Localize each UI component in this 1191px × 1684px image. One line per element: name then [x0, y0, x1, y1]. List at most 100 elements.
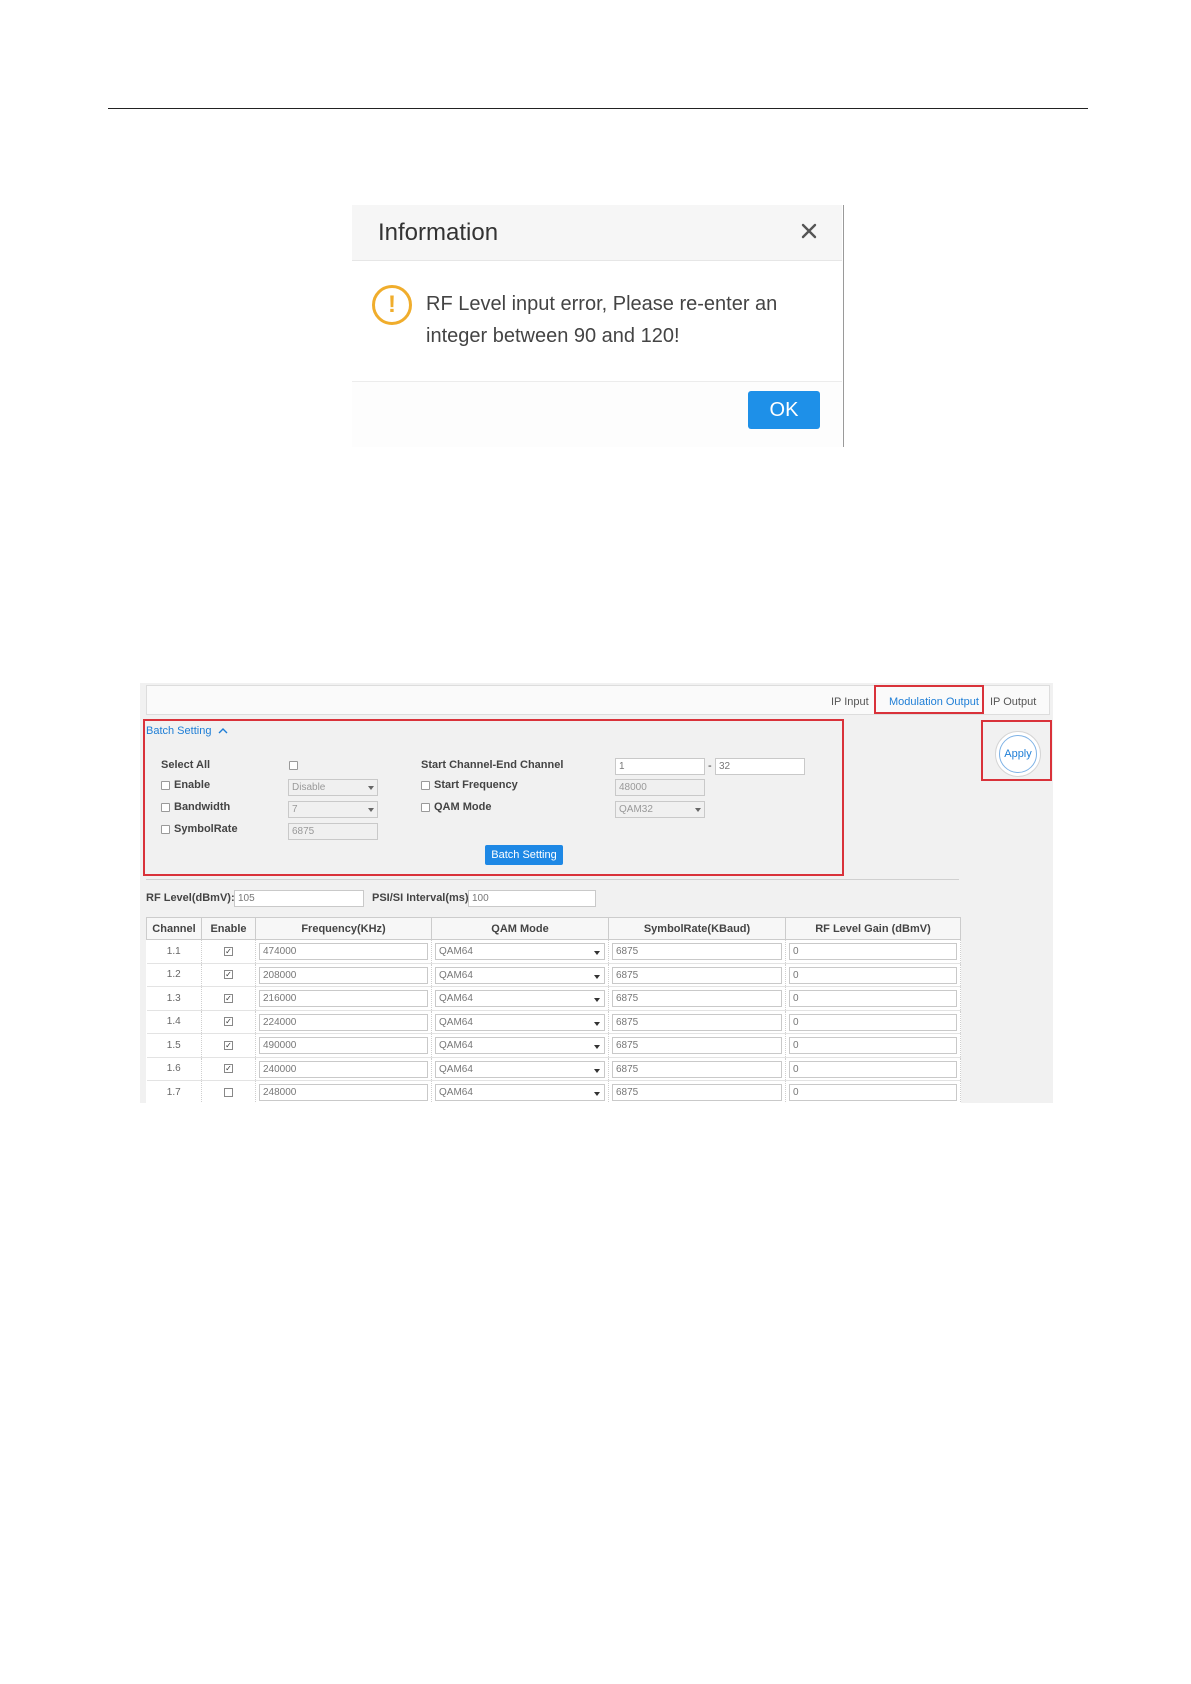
qam-cell: QAM64 [431, 1057, 609, 1081]
symbolrate-cell: 6875 [608, 986, 786, 1011]
gain-cell: 0 [785, 1057, 961, 1081]
frequency-cell: 208000 [255, 963, 432, 987]
col-header-enable: Enable [201, 917, 256, 940]
frequency-cell: 474000 [255, 939, 432, 964]
frequency-input[interactable]: 240000 [259, 1060, 428, 1078]
rf-level-gain-input[interactable]: 0 [789, 966, 957, 984]
qam-mode-row-select[interactable]: QAM64 [435, 1037, 605, 1054]
chevron-down-icon [594, 1045, 600, 1049]
gain-cell: 0 [785, 1080, 961, 1103]
chevron-down-icon [594, 998, 600, 1002]
qam-mode-row-value: QAM64 [439, 1063, 473, 1075]
qam-cell: QAM64 [431, 1080, 609, 1103]
chevron-down-icon [594, 951, 600, 955]
enable-cell: ✓ [201, 986, 256, 1011]
qam-mode-row-value: QAM64 [439, 1016, 473, 1028]
page-header-rule [108, 108, 1088, 109]
table-row: 1.6 ✓ 240000 QAM64 6875 0 [146, 1057, 961, 1081]
col-header-channel: Channel [146, 917, 202, 940]
qam-mode-row-select[interactable]: QAM64 [435, 990, 605, 1007]
rf-level-gain-input[interactable]: 0 [789, 943, 957, 960]
symbolrate-row-input[interactable]: 6875 [612, 1037, 782, 1054]
qam-mode-row-select[interactable]: QAM64 [435, 1084, 605, 1101]
gain-cell: 0 [785, 939, 961, 964]
chevron-down-icon [594, 1092, 600, 1096]
rf-level-gain-input[interactable]: 0 [789, 1013, 957, 1031]
qam-mode-row-select[interactable]: QAM64 [435, 1060, 605, 1078]
symbolrate-cell: 6875 [608, 1080, 786, 1103]
frequency-input[interactable]: 208000 [259, 966, 428, 984]
table-row: 1.1 ✓ 474000 QAM64 6875 0 [146, 939, 961, 964]
qam-mode-row-value: QAM64 [439, 1040, 473, 1051]
rf-level-gain-input[interactable]: 0 [789, 1060, 957, 1078]
enable-row-checkbox[interactable] [224, 1087, 233, 1097]
qam-mode-row-value: QAM64 [439, 1087, 473, 1098]
modulation-output-panel: IP Input Modulation Output IP Output Bat… [140, 683, 1053, 1103]
symbolrate-row-input[interactable]: 6875 [612, 1013, 782, 1031]
table-row: 1.4 ✓ 224000 QAM64 6875 0 [146, 1010, 961, 1034]
symbolrate-cell: 6875 [608, 1033, 786, 1058]
tab-ip-input[interactable]: IP Input [831, 691, 869, 713]
gain-cell: 0 [785, 986, 961, 1011]
dialog-header: Information [352, 205, 842, 261]
qam-cell: QAM64 [431, 986, 609, 1011]
tab-ip-output[interactable]: IP Output [990, 691, 1036, 713]
frequency-cell: 240000 [255, 1057, 432, 1081]
symbolrate-row-input[interactable]: 6875 [612, 990, 782, 1007]
gain-cell: 0 [785, 963, 961, 987]
qam-mode-row-value: QAM64 [439, 946, 473, 957]
ok-button[interactable]: OK [748, 391, 820, 429]
rf-level-gain-input[interactable]: 0 [789, 1037, 957, 1054]
symbolrate-row-input[interactable]: 6875 [612, 1084, 782, 1101]
close-icon[interactable] [795, 217, 823, 245]
channel-table: Channel Enable Frequency(KHz) QAM Mode S… [146, 917, 961, 1103]
frequency-cell: 224000 [255, 1010, 432, 1034]
qam-mode-row-select[interactable]: QAM64 [435, 966, 605, 984]
rf-level-gain-input[interactable]: 0 [789, 990, 957, 1007]
frequency-input[interactable]: 474000 [259, 943, 428, 960]
enable-row-checkbox[interactable]: ✓ [224, 1064, 233, 1074]
qam-mode-row-value: QAM64 [439, 969, 473, 981]
qam-cell: QAM64 [431, 1033, 609, 1058]
dialog-title: Information [378, 219, 499, 246]
symbolrate-cell: 6875 [608, 1057, 786, 1081]
frequency-input[interactable]: 224000 [259, 1013, 428, 1031]
enable-cell: ✓ [201, 1057, 256, 1081]
enable-row-checkbox[interactable]: ✓ [224, 946, 233, 956]
gain-cell: 0 [785, 1010, 961, 1034]
enable-row-checkbox[interactable]: ✓ [224, 1040, 233, 1050]
enable-row-checkbox[interactable]: ✓ [224, 1017, 233, 1027]
rf-level-gain-input[interactable]: 0 [789, 1084, 957, 1101]
frequency-input[interactable]: 490000 [259, 1037, 428, 1054]
rf-level-input[interactable]: 105 [234, 890, 364, 907]
enable-row-checkbox[interactable]: ✓ [224, 970, 233, 980]
symbolrate-row-input[interactable]: 6875 [612, 1060, 782, 1078]
highlight-tab-modulation-output [874, 685, 984, 714]
frequency-input[interactable]: 248000 [259, 1084, 428, 1101]
psi-interval-label: PSI/SI Interval(ms): [372, 892, 473, 904]
symbolrate-cell: 6875 [608, 963, 786, 987]
highlight-batch-setting [143, 719, 844, 876]
symbolrate-row-input[interactable]: 6875 [612, 943, 782, 960]
qam-mode-row-select[interactable]: QAM64 [435, 1013, 605, 1031]
highlight-apply [981, 720, 1052, 781]
qam-mode-row-select[interactable]: QAM64 [435, 943, 605, 960]
qam-cell: QAM64 [431, 939, 609, 964]
chevron-down-icon [594, 974, 600, 979]
enable-cell: ✓ [201, 963, 256, 987]
dialog-message: RF Level input error, Please re-enter an… [426, 293, 778, 347]
warning-icon: ! [372, 285, 412, 325]
enable-row-checkbox[interactable]: ✓ [224, 993, 233, 1003]
channel-cell: 1.7 [146, 1080, 202, 1103]
table-row: 1.7 248000 QAM64 6875 0 [146, 1080, 961, 1103]
frequency-input[interactable]: 216000 [259, 990, 428, 1007]
channel-cell: 1.4 [146, 1010, 202, 1034]
channel-cell: 1.3 [146, 986, 202, 1011]
psi-interval-input[interactable]: 100 [468, 890, 596, 907]
enable-cell: ✓ [201, 1033, 256, 1058]
chevron-down-icon [594, 1021, 600, 1026]
symbolrate-row-input[interactable]: 6875 [612, 966, 782, 984]
frequency-cell: 248000 [255, 1080, 432, 1103]
table-row: 1.2 ✓ 208000 QAM64 6875 0 [146, 963, 961, 987]
frequency-cell: 216000 [255, 986, 432, 1011]
